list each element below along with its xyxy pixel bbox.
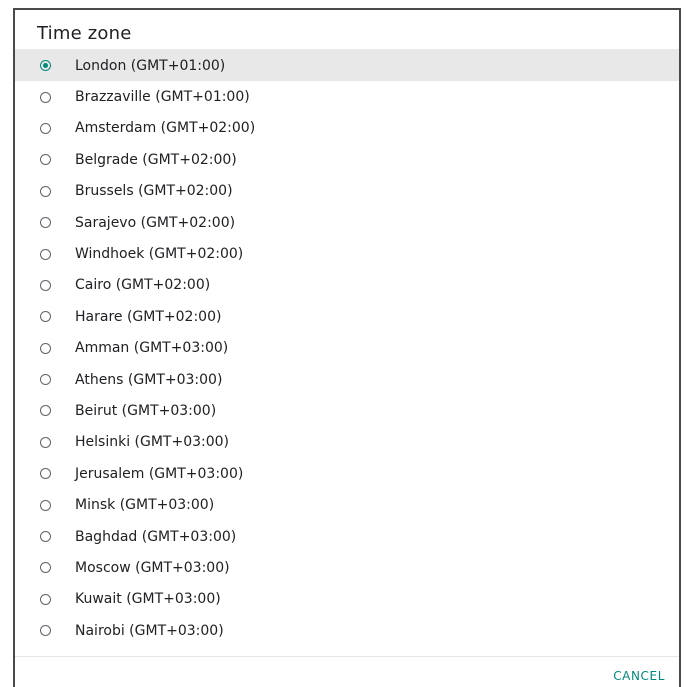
radio-unselected-icon[interactable]: [40, 185, 51, 197]
time-zone-option[interactable]: Sarajevo (GMT+02:00): [15, 207, 679, 238]
radio-unselected-icon[interactable]: [40, 562, 51, 574]
radio-unselected-icon[interactable]: [40, 248, 51, 260]
time-zone-label: Amman (GMT+03:00): [75, 340, 229, 357]
time-zone-option[interactable]: Belgrade (GMT+02:00): [15, 144, 679, 175]
radio-unselected-icon[interactable]: [40, 499, 51, 511]
radio-unselected-icon[interactable]: [40, 405, 51, 417]
time-zone-option[interactable]: Moscow (GMT+03:00): [15, 552, 679, 583]
time-zone-option[interactable]: Amman (GMT+03:00): [15, 333, 679, 364]
time-zone-label: Harare (GMT+02:00): [75, 308, 222, 325]
time-zone-dialog: Time zone London (GMT+01:00) Brazzaville…: [13, 8, 681, 687]
time-zone-label: Belgrade (GMT+02:00): [75, 151, 237, 168]
dialog-footer: CANCEL: [15, 656, 679, 687]
radio-unselected-icon[interactable]: [40, 436, 51, 448]
time-zone-option[interactable]: Nairobi (GMT+03:00): [15, 615, 679, 646]
radio-unselected-icon[interactable]: [40, 217, 51, 229]
cancel-button[interactable]: CANCEL: [613, 669, 665, 683]
radio-unselected-icon[interactable]: [40, 374, 51, 386]
radio-unselected-icon[interactable]: [40, 279, 51, 291]
time-zone-option[interactable]: Baghdad (GMT+03:00): [15, 521, 679, 552]
time-zone-label: Moscow (GMT+03:00): [75, 559, 230, 576]
time-zone-label: Minsk (GMT+03:00): [75, 497, 215, 514]
radio-unselected-icon[interactable]: [40, 625, 51, 637]
radio-unselected-icon[interactable]: [40, 593, 51, 605]
time-zone-option[interactable]: Helsinki (GMT+03:00): [15, 427, 679, 458]
time-zone-label: Beirut (GMT+03:00): [75, 402, 217, 419]
time-zone-label: Amsterdam (GMT+02:00): [75, 120, 256, 137]
time-zone-option[interactable]: Kuwait (GMT+03:00): [15, 584, 679, 615]
radio-unselected-icon[interactable]: [40, 311, 51, 323]
radio-unselected-icon[interactable]: [40, 531, 51, 543]
time-zone-option[interactable]: London (GMT+01:00): [15, 50, 679, 82]
radio-unselected-icon[interactable]: [40, 342, 51, 354]
time-zone-option[interactable]: Athens (GMT+03:00): [15, 364, 679, 395]
radio-unselected-icon[interactable]: [40, 468, 51, 480]
time-zone-option[interactable]: Beirut (GMT+03:00): [15, 395, 679, 426]
radio-unselected-icon[interactable]: [40, 122, 51, 134]
time-zone-option[interactable]: Amsterdam (GMT+02:00): [15, 113, 679, 144]
dialog-title: Time zone: [37, 23, 132, 44]
time-zone-option[interactable]: Minsk (GMT+03:00): [15, 489, 679, 520]
time-zone-label: Jerusalem (GMT+03:00): [75, 465, 244, 482]
time-zone-option[interactable]: Brussels (GMT+02:00): [15, 176, 679, 207]
time-zone-label: Cairo (GMT+02:00): [75, 277, 211, 294]
time-zone-label: Nairobi (GMT+03:00): [75, 622, 224, 639]
time-zone-option[interactable]: Brazzaville (GMT+01:00): [15, 81, 679, 112]
time-zone-option[interactable]: Windhoek (GMT+02:00): [15, 238, 679, 269]
radio-unselected-icon[interactable]: [40, 154, 51, 166]
time-zone-label: Brussels (GMT+02:00): [75, 183, 233, 200]
time-zone-label: Brazzaville (GMT+01:00): [75, 89, 250, 106]
time-zone-label: Kuwait (GMT+03:00): [75, 591, 221, 608]
time-zone-label: London (GMT+01:00): [75, 57, 226, 74]
radio-unselected-icon[interactable]: [40, 91, 51, 103]
time-zone-option[interactable]: Harare (GMT+02:00): [15, 301, 679, 332]
time-zone-option[interactable]: Jerusalem (GMT+03:00): [15, 458, 679, 489]
time-zone-label: Athens (GMT+03:00): [75, 371, 223, 388]
time-zone-label: Baghdad (GMT+03:00): [75, 528, 237, 545]
time-zone-option[interactable]: Cairo (GMT+02:00): [15, 270, 679, 301]
radio-selected-icon[interactable]: [40, 60, 51, 72]
time-zone-list[interactable]: London (GMT+01:00) Brazzaville (GMT+01:0…: [15, 49, 679, 657]
time-zone-label: Windhoek (GMT+02:00): [75, 246, 244, 263]
time-zone-label: Helsinki (GMT+03:00): [75, 434, 230, 451]
time-zone-label: Sarajevo (GMT+02:00): [75, 214, 236, 231]
